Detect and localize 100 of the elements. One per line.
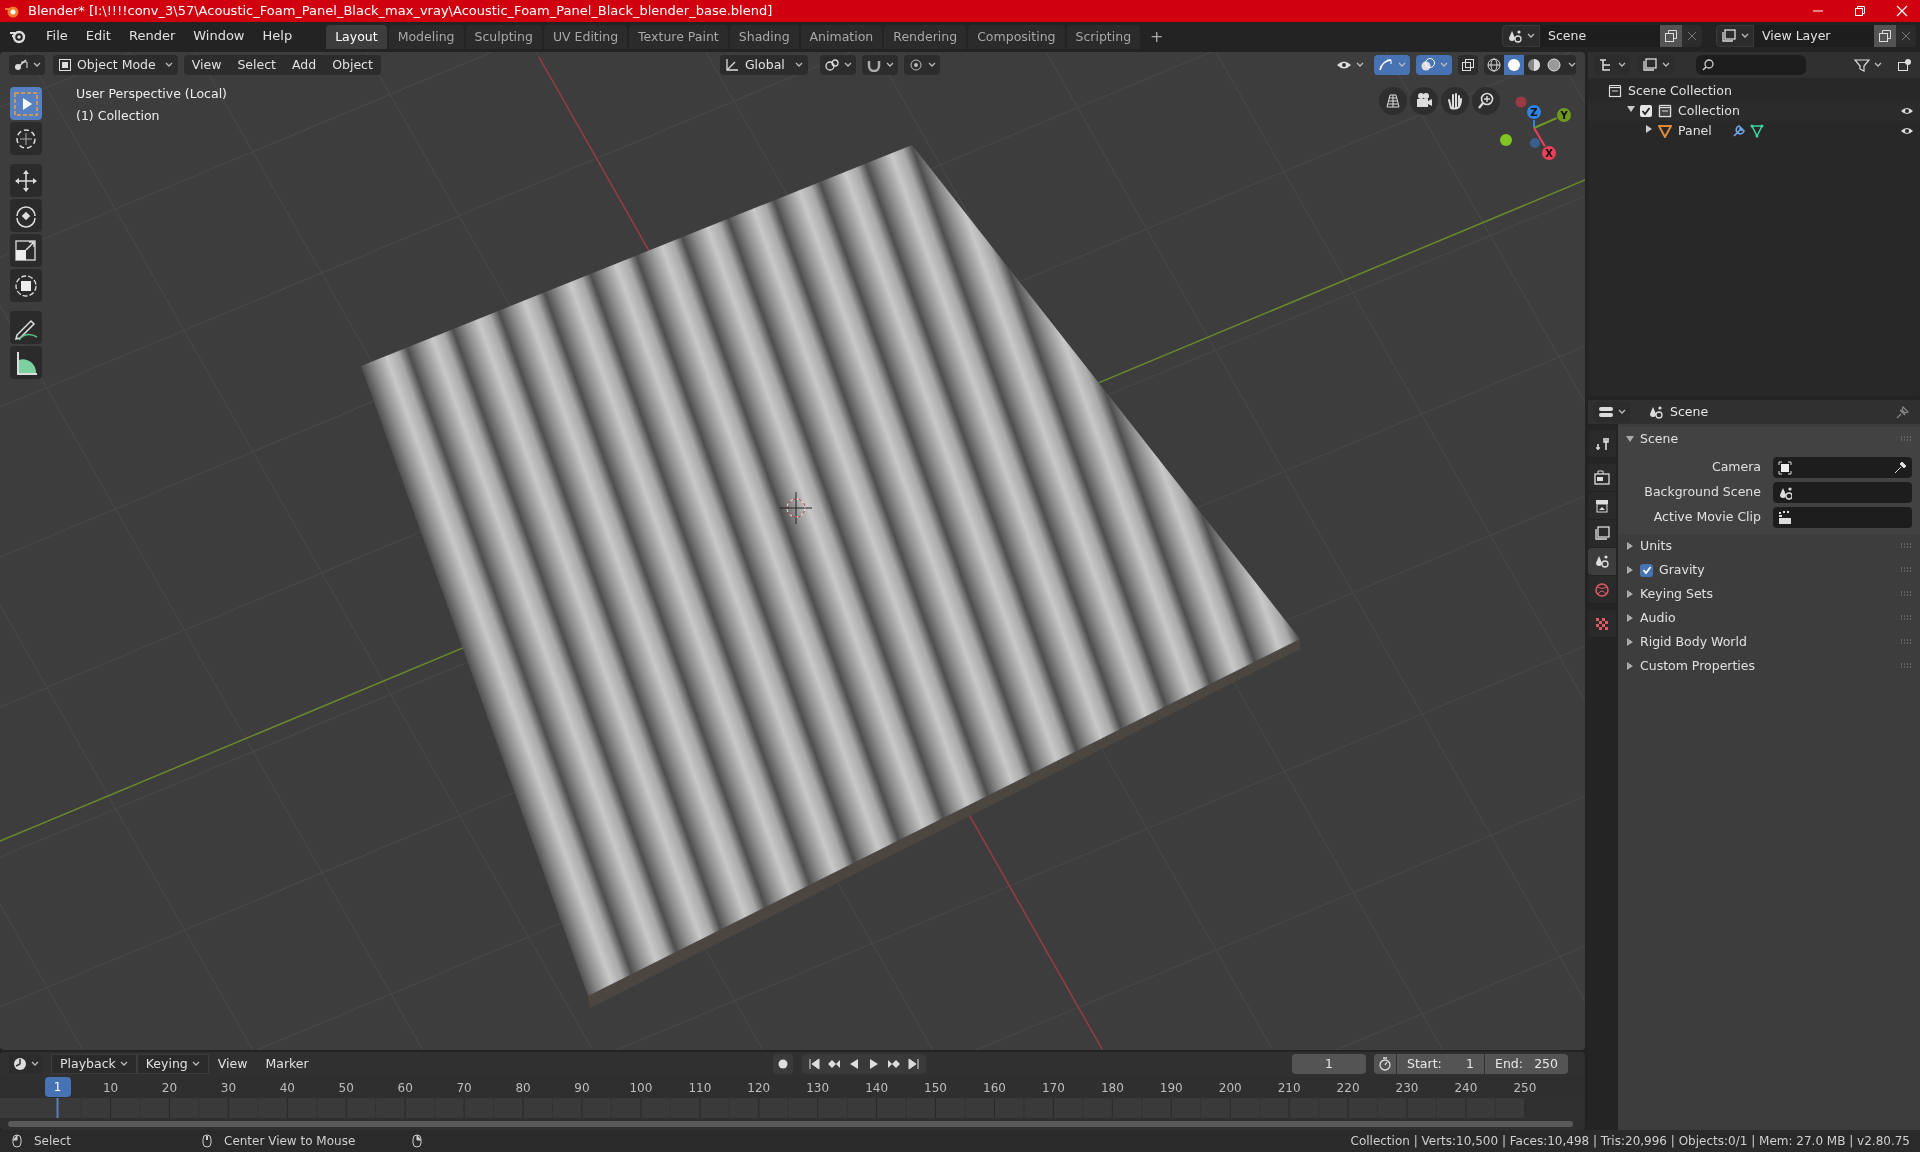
outliner-item[interactable]: Scene Collection [1628, 81, 1732, 101]
header-menu[interactable]: Marker [256, 1054, 318, 1074]
workspace-tab[interactable]: Compositing [968, 25, 1065, 49]
workspace-tab[interactable]: Sculpting [465, 25, 542, 49]
workspace-tab[interactable]: Texture Paint [629, 25, 728, 49]
camera-navigation-button[interactable] [1410, 87, 1438, 115]
workspace-tab[interactable]: Shading [729, 25, 799, 49]
move-tool-button[interactable] [10, 164, 42, 197]
header-menu[interactable]: Add [284, 55, 325, 75]
menu-item[interactable]: File [37, 26, 77, 46]
cursor-tool-button[interactable] [10, 122, 42, 155]
workspace-tab[interactable]: UV Editing [543, 25, 628, 49]
remove-button[interactable] [1682, 25, 1702, 47]
clip-field[interactable] [1773, 507, 1912, 528]
current-frame-indicator[interactable]: 1 [44, 1077, 71, 1097]
blender-logo-icon[interactable] [9, 28, 27, 44]
header-menu[interactable]: Select [229, 55, 284, 75]
editor-type-button[interactable] [1594, 402, 1630, 422]
select-tool-button[interactable] [10, 87, 42, 120]
workspace-tab[interactable]: Modeling [388, 25, 464, 49]
timeline-dropdown[interactable]: Keying [136, 1054, 209, 1074]
eye-icon[interactable] [1900, 105, 1914, 117]
view-layer-button[interactable] [1638, 55, 1674, 75]
camera-field[interactable] [1773, 457, 1912, 478]
frame-range-field[interactable]: End: 250 [1485, 1054, 1568, 1074]
checkbox[interactable] [1640, 105, 1652, 117]
record-button[interactable] [772, 1054, 793, 1074]
scene-dropdown[interactable] [1502, 25, 1540, 47]
world-tab[interactable] [1588, 576, 1616, 603]
proportional-button[interactable] [903, 55, 940, 75]
current-frame-field[interactable]: 1 [1292, 1054, 1366, 1074]
collapsed-triangle-icon[interactable] [1644, 123, 1654, 134]
preview-range-button[interactable] [1374, 1054, 1396, 1074]
eye-icon[interactable] [1900, 125, 1914, 137]
editor-type-dropdown[interactable] [9, 55, 45, 75]
overlay-button[interactable] [1416, 55, 1452, 75]
panel-header[interactable]: Scene [1618, 427, 1920, 451]
mouse-icon [412, 1134, 422, 1148]
header-menu[interactable]: View [208, 1054, 257, 1074]
header-menu[interactable]: View [183, 55, 230, 75]
workspace-tab[interactable]: Animation [800, 25, 883, 49]
menu-item[interactable]: Edit [76, 26, 120, 46]
shading-buttons[interactable] [1484, 55, 1576, 75]
rotate-tool-button[interactable] [10, 199, 42, 232]
scene-tab[interactable] [1588, 548, 1616, 575]
menu-item[interactable]: Render [119, 26, 185, 46]
texture-tab[interactable] [1588, 610, 1616, 637]
xray-button[interactable] [1458, 55, 1478, 75]
menu-item[interactable]: Help [253, 26, 302, 46]
editor-type-dropdown[interactable] [9, 1054, 43, 1074]
filter-icon [1854, 58, 1870, 72]
search-field[interactable] [1696, 55, 1806, 75]
axis-ball[interactable] [1500, 134, 1512, 146]
close-icon[interactable] [1896, 5, 1908, 17]
eyedropper-icon[interactable] [1893, 460, 1907, 475]
hand-navigation-button[interactable] [1441, 87, 1469, 115]
workspace-tab[interactable]: Rendering [884, 25, 967, 49]
magnet-button[interactable] [861, 55, 898, 75]
orientation-dropdown[interactable]: Global [719, 55, 808, 75]
outliner-item[interactable]: Panel [1678, 121, 1712, 141]
workspace-tab[interactable]: Scripting [1066, 25, 1141, 49]
checkbox[interactable] [1640, 563, 1653, 577]
view-layer-dropdown[interactable] [1716, 25, 1754, 47]
gizmo-button[interactable] [1374, 55, 1410, 75]
status-hint: Select [34, 1133, 72, 1150]
mode-dropdown[interactable]: Object Mode [53, 55, 178, 75]
outliner-item[interactable]: Collection [1678, 101, 1740, 121]
tool-tab[interactable] [1588, 430, 1616, 457]
output-tab[interactable] [1588, 492, 1616, 519]
scene-selector[interactable]: Scene [1540, 25, 1660, 47]
frame-range-field[interactable]: Start: 1 [1397, 1054, 1484, 1074]
expanded-triangle-icon[interactable] [1626, 103, 1636, 114]
frame-number: 20 [161, 1080, 178, 1097]
outliner-display-button[interactable] [1594, 55, 1630, 75]
checkmark-icon [1641, 565, 1652, 575]
scale-tool-button[interactable] [10, 234, 42, 267]
render-tab[interactable] [1588, 464, 1616, 491]
link-button[interactable] [819, 55, 856, 75]
restore-icon[interactable] [1854, 5, 1866, 17]
caret-icon [1568, 62, 1576, 68]
duplicate-button[interactable] [1874, 25, 1896, 47]
remove-button[interactable] [1896, 25, 1916, 47]
view-layer-selector[interactable]: View Layer [1754, 25, 1874, 47]
measure-tool-button[interactable] [10, 346, 42, 379]
annotate-tool-button[interactable] [10, 311, 42, 344]
duplicate-button[interactable] [1660, 25, 1682, 47]
zoom-navigation-button[interactable] [1472, 87, 1500, 115]
pin-icon[interactable] [1896, 405, 1910, 419]
add-workspace-button[interactable]: + [1142, 25, 1172, 49]
menu-item[interactable]: Window [184, 26, 254, 46]
timeline-dropdown[interactable]: Playback [51, 1054, 137, 1074]
scene-field[interactable] [1773, 482, 1912, 503]
horizontal-scrollbar[interactable] [8, 1121, 1573, 1127]
caret-icon [1398, 62, 1406, 68]
view-layer-tab[interactable] [1588, 520, 1616, 547]
transform-tool-button[interactable] [10, 269, 42, 302]
workspace-tab[interactable]: Layout [326, 25, 387, 49]
header-menu[interactable]: Object [324, 55, 381, 75]
grid-navigation-button[interactable] [1379, 87, 1407, 115]
jump-end-icon [906, 1057, 921, 1071]
